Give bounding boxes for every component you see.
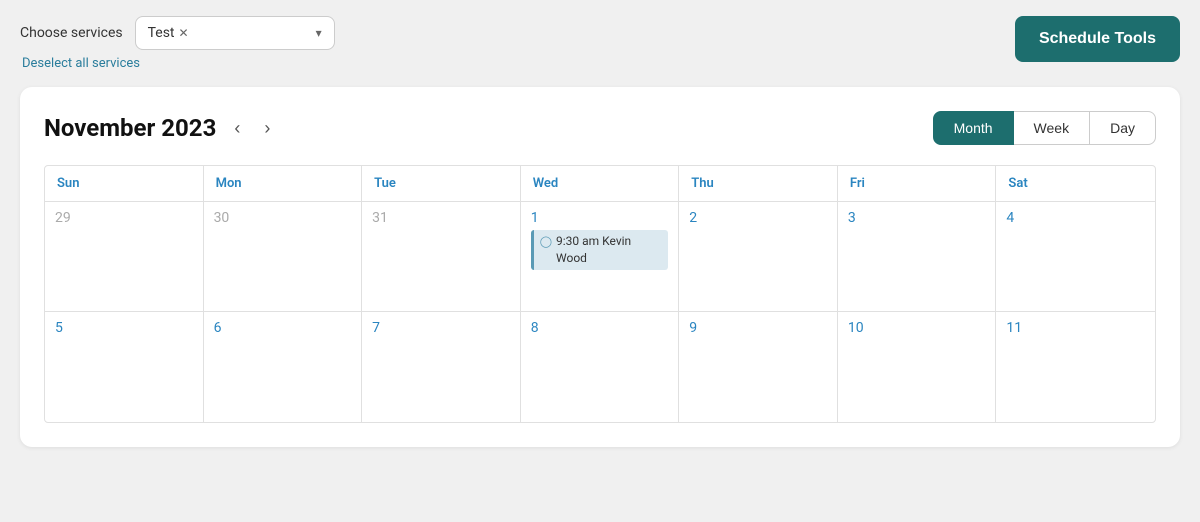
day-header-fri: Fri <box>838 166 997 201</box>
calendar-cell-1[interactable]: 1 ◯ 9:30 am Kevin Wood <box>521 202 680 312</box>
next-month-button[interactable]: › <box>258 114 276 143</box>
service-select-inner: Test ✕ <box>148 25 189 41</box>
top-bar: Choose services Test ✕ ▾ Deselect all se… <box>20 16 1180 71</box>
day-header-tue: Tue <box>362 166 521 201</box>
cell-date: 11 <box>1006 320 1145 336</box>
event-check-icon: ◯ <box>540 234 552 249</box>
cell-date: 8 <box>531 320 669 336</box>
calendar-cell-2[interactable]: 2 <box>679 202 838 312</box>
calendar-cell-3[interactable]: 3 <box>838 202 997 312</box>
calendar-title: November 2023 <box>44 114 216 142</box>
day-header-sat: Sat <box>996 166 1155 201</box>
cell-date: 2 <box>689 210 827 226</box>
calendar-header: November 2023 ‹ › Month Week Day <box>44 111 1156 145</box>
cell-date: 9 <box>689 320 827 336</box>
top-left: Choose services Test ✕ ▾ Deselect all se… <box>20 16 335 71</box>
calendar-cell-6[interactable]: 6 <box>204 312 363 422</box>
cell-date: 30 <box>214 210 352 226</box>
service-select-dropdown[interactable]: Test ✕ ▾ <box>135 16 335 50</box>
cell-date: 3 <box>848 210 986 226</box>
cell-date: 5 <box>55 320 193 336</box>
day-header-wed: Wed <box>521 166 680 201</box>
schedule-tools-button[interactable]: Schedule Tools <box>1015 16 1180 62</box>
cell-date: 4 <box>1006 210 1145 226</box>
cell-date: 7 <box>372 320 510 336</box>
event-text: 9:30 am Kevin Wood <box>556 233 662 267</box>
calendar-body: 29 30 31 1 ◯ 9:30 am Kevin Wood 2 3 <box>45 202 1155 422</box>
service-tag: Test ✕ <box>148 25 189 41</box>
view-day-button[interactable]: Day <box>1090 111 1156 145</box>
calendar-cell-5[interactable]: 5 <box>45 312 204 422</box>
day-header-mon: Mon <box>204 166 363 201</box>
deselect-all-link[interactable]: Deselect all services <box>22 56 335 71</box>
calendar-cell-29[interactable]: 29 <box>45 202 204 312</box>
calendar-cell-4[interactable]: 4 <box>996 202 1155 312</box>
calendar-cell-9[interactable]: 9 <box>679 312 838 422</box>
calendar-cell-11[interactable]: 11 <box>996 312 1155 422</box>
view-month-button[interactable]: Month <box>933 111 1014 145</box>
cell-date: 29 <box>55 210 193 226</box>
service-tag-remove[interactable]: ✕ <box>179 26 189 40</box>
calendar-days-header: Sun Mon Tue Wed Thu Fri Sat <box>45 166 1155 202</box>
chevron-down-icon: ▾ <box>316 26 322 40</box>
cell-date: 6 <box>214 320 352 336</box>
prev-month-button[interactable]: ‹ <box>228 114 246 143</box>
cell-date: 10 <box>848 320 986 336</box>
choose-services-label: Choose services <box>20 25 123 41</box>
calendar-cell-8[interactable]: 8 <box>521 312 680 422</box>
day-header-thu: Thu <box>679 166 838 201</box>
cell-date: 1 <box>531 210 669 226</box>
service-row: Choose services Test ✕ ▾ <box>20 16 335 50</box>
event-chip[interactable]: ◯ 9:30 am Kevin Wood <box>531 230 669 270</box>
calendar-cell-31[interactable]: 31 <box>362 202 521 312</box>
calendar-card: November 2023 ‹ › Month Week Day Sun Mon… <box>20 87 1180 447</box>
calendar-cell-30[interactable]: 30 <box>204 202 363 312</box>
calendar-cell-7[interactable]: 7 <box>362 312 521 422</box>
view-toggle: Month Week Day <box>933 111 1156 145</box>
service-tag-label: Test <box>148 25 175 41</box>
cell-date: 31 <box>372 210 510 226</box>
calendar-title-group: November 2023 ‹ › <box>44 114 276 143</box>
calendar-cell-10[interactable]: 10 <box>838 312 997 422</box>
calendar-grid: Sun Mon Tue Wed Thu Fri Sat 29 30 31 1 ◯ <box>44 165 1156 423</box>
view-week-button[interactable]: Week <box>1014 111 1091 145</box>
day-header-sun: Sun <box>45 166 204 201</box>
